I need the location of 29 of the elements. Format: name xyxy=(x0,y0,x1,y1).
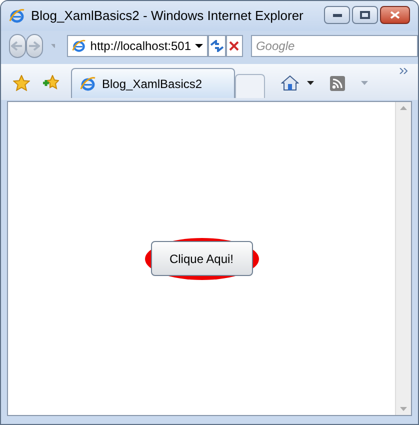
rss-feed-icon[interactable] xyxy=(330,76,345,90)
search-field[interactable]: Google xyxy=(250,35,418,57)
address-field[interactable]: http://localhost:501 xyxy=(67,35,208,57)
maximize-icon xyxy=(360,11,370,19)
back-arrow-icon xyxy=(11,41,24,51)
stop-icon xyxy=(229,41,240,51)
forward-arrow-icon xyxy=(28,41,40,51)
browser-logo-icon xyxy=(80,76,96,92)
maximize-button[interactable] xyxy=(352,6,378,24)
window-title: Blog_XamlBasics2 - Windows Internet Explorer xyxy=(31,7,304,26)
refresh-arrows-icon xyxy=(210,40,224,52)
star-icon[interactable] xyxy=(13,75,30,91)
minimize-icon xyxy=(332,14,342,16)
dropdown-caret-icon[interactable] xyxy=(195,44,204,48)
back-button[interactable] xyxy=(9,34,26,58)
add-star-icon[interactable] xyxy=(42,75,59,91)
browser-tab[interactable]: Blog_XamlBasics2 xyxy=(71,68,235,98)
dropdown-caret-icon[interactable] xyxy=(307,81,314,85)
browser-logo-icon xyxy=(9,8,25,24)
more-chevron-icon[interactable] xyxy=(399,68,408,74)
browser-logo-icon xyxy=(72,39,86,53)
refresh-button[interactable] xyxy=(208,35,226,57)
close-button[interactable] xyxy=(380,6,410,24)
minimize-button[interactable] xyxy=(324,6,350,24)
forward-button[interactable] xyxy=(26,34,43,58)
click-button[interactable]: Clique Aqui! xyxy=(150,241,252,276)
home-icon[interactable] xyxy=(281,75,299,91)
stop-button[interactable] xyxy=(226,35,243,57)
close-icon xyxy=(390,11,400,19)
